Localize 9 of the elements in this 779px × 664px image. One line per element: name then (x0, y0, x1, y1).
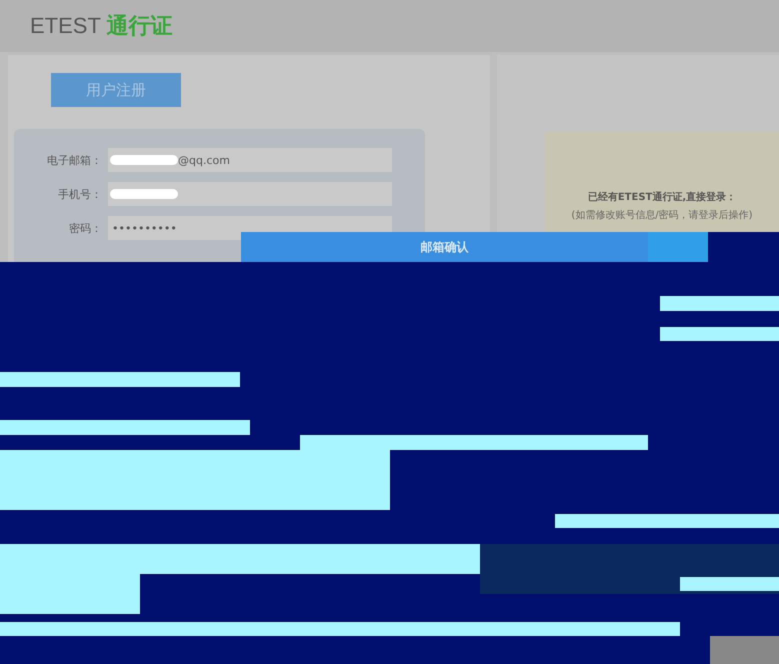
field-label: 电子邮箱： (46, 152, 103, 168)
input-field[interactable]: @qq.com (108, 148, 392, 172)
input-field[interactable] (108, 182, 392, 206)
dialog-title-bar: 邮箱确认 (241, 232, 648, 262)
field-label: 手机号： (57, 186, 103, 202)
field-label: 密码： (68, 220, 103, 236)
login-prompt: 已经有ETEST通行证,直接登录： (586, 190, 738, 204)
login-note: (如需修改账号信息/密码，请登录后操作) (570, 208, 754, 222)
site-logo: ETEST 通行证 (30, 12, 173, 40)
